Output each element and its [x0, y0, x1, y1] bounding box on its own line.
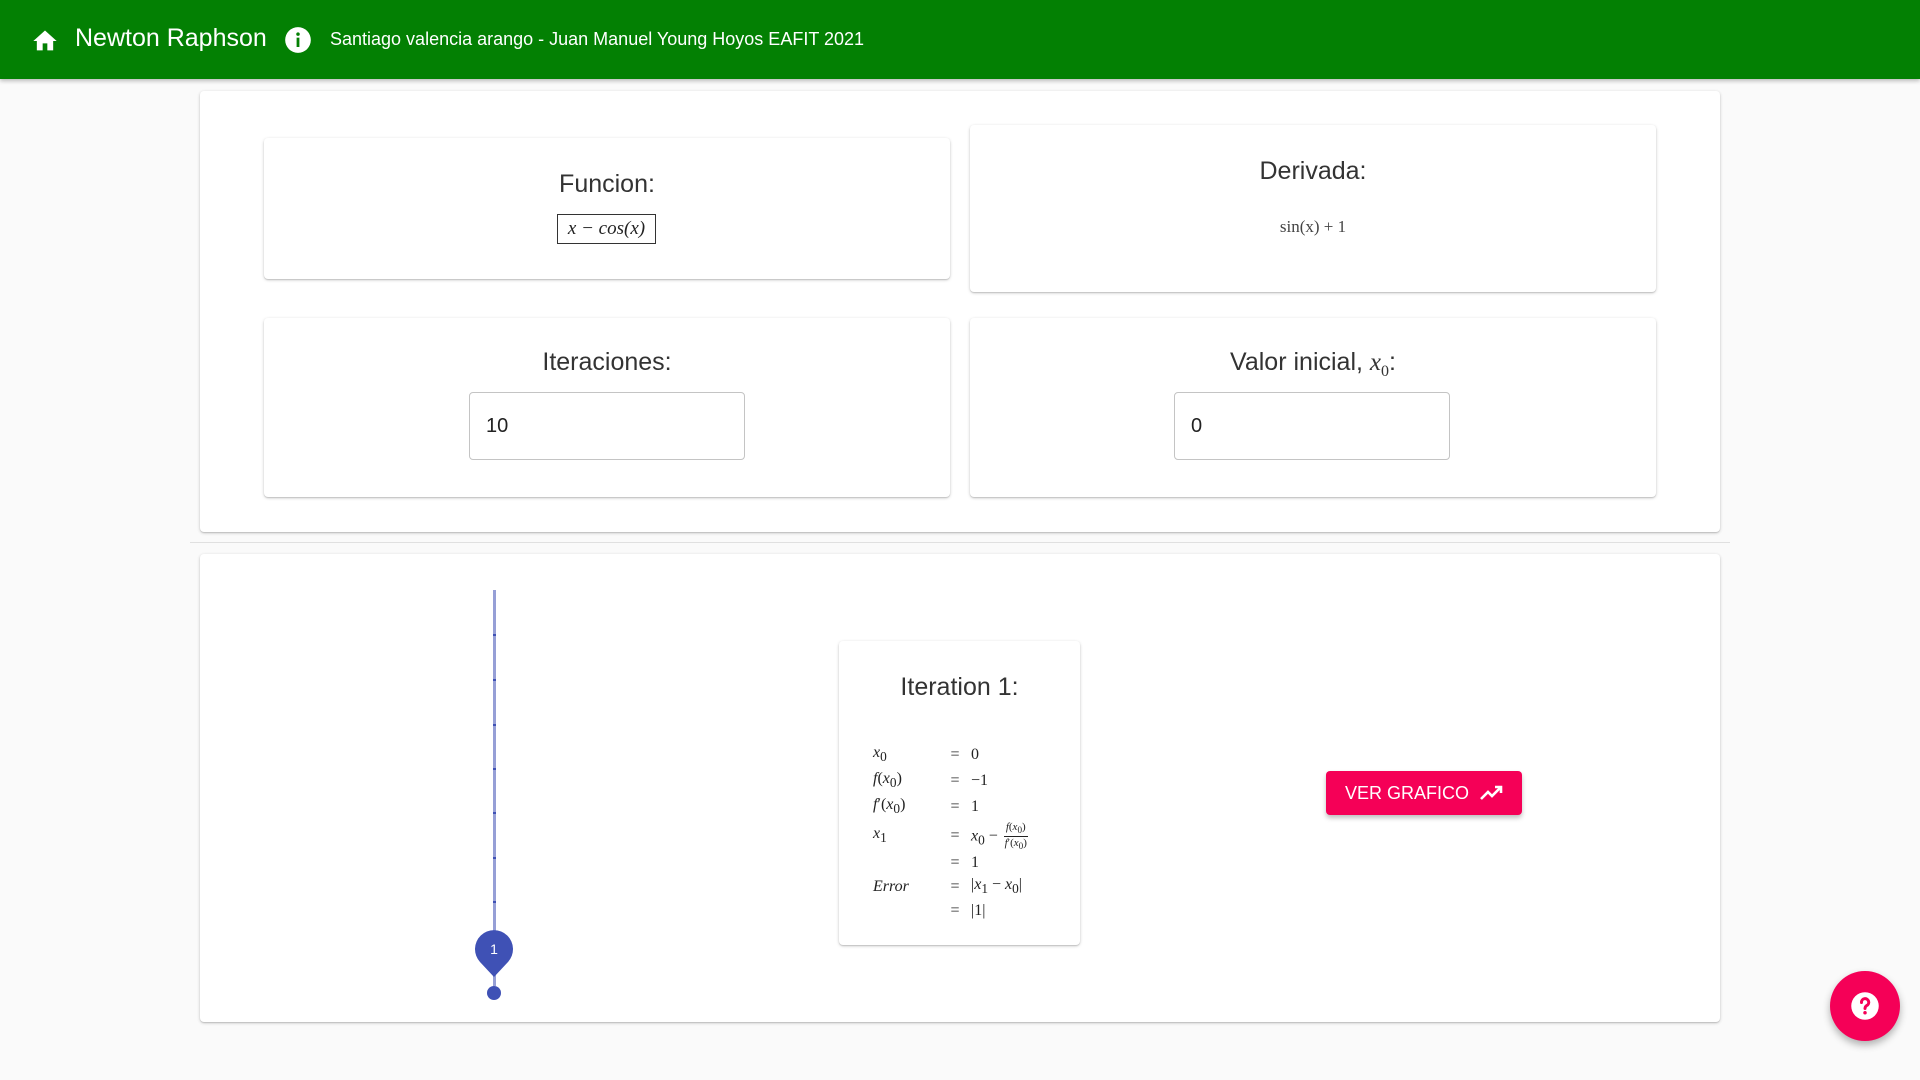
- derivation-row: Error = |x1 − x0|: [873, 875, 1022, 897]
- timeline-tick: [493, 679, 496, 681]
- info-icon: [285, 27, 311, 53]
- fraction: f(x0) f′(x0): [1003, 820, 1028, 851]
- derivation-row: = |1|: [950, 902, 986, 920]
- timeline-marker[interactable]: 1: [474, 930, 514, 978]
- timeline-tick: [493, 724, 496, 726]
- help-icon: [1851, 992, 1879, 1020]
- app-bar: Newton Raphson Santiago valencia arango …: [0, 0, 1920, 79]
- section-divider: [190, 542, 1730, 543]
- help-button[interactable]: [1830, 971, 1900, 1041]
- marker-label: 1: [490, 941, 498, 957]
- funcion-card: Funcion:: [264, 138, 950, 279]
- ver-grafico-button[interactable]: VER GRAFICO: [1326, 771, 1522, 815]
- iteration-derivation: x0 = 0 f(x0) = −1 f′(x0) = 1 x1 = x0 − f(x0) f′(x…: [873, 742, 1028, 922]
- app-title: Newton Raphson: [75, 24, 267, 52]
- trending-up-icon: [1480, 785, 1503, 800]
- derivation-row: x0 = 0: [873, 744, 979, 765]
- iteration-title: Iteration 1:: [900, 673, 1019, 701]
- iteration-card: Iteration 1: x0 = 0 f(x0) = −1 f′(x0) = 1 x1 = x…: [839, 641, 1080, 945]
- timeline-tick: [493, 634, 496, 636]
- valor-inicial-symbol: x0: [1369, 349, 1390, 380]
- derivada-value: sin(x) + 1: [1279, 217, 1347, 236]
- iteraciones-label: Iteraciones:: [542, 348, 672, 376]
- derivation-row: f′(x0) = 1: [873, 796, 979, 817]
- derivation-row: = 1: [950, 853, 979, 871]
- timeline-track[interactable]: [493, 590, 496, 986]
- derivada-label: Derivada:: [1259, 157, 1367, 185]
- derivation-row: x1 = x0 − f(x0) f′(x0): [873, 820, 1028, 851]
- timeline-tick: [493, 812, 496, 814]
- authors-text: Santiago valencia arango - Juan Manuel Y…: [330, 29, 865, 49]
- funcion-field[interactable]: x − cos(x): [557, 214, 656, 244]
- timeline-tick: [493, 857, 496, 859]
- ver-grafico-label: VER GRAFICO: [1344, 782, 1469, 803]
- timeline-marker-dot: [487, 986, 501, 1000]
- timeline-tick: [493, 901, 496, 903]
- derivation-row: f(x0) = −1: [873, 770, 989, 791]
- valor-inicial-label: Valor inicial, x0:: [1230, 348, 1396, 380]
- valor-inicial-input[interactable]: [1174, 392, 1450, 460]
- funcion-label: Funcion:: [559, 170, 655, 198]
- home-icon: [33, 30, 57, 51]
- iteraciones-input[interactable]: [469, 392, 745, 460]
- valor-inicial-text: Valor inicial,: [1230, 348, 1370, 376]
- derivada-card: Derivada: sin(x) + 1: [970, 125, 1656, 292]
- home-button[interactable]: [30, 26, 60, 56]
- timeline-tick: [493, 768, 496, 770]
- funcion-value: x − cos(x): [567, 218, 646, 239]
- info-button[interactable]: [284, 26, 312, 54]
